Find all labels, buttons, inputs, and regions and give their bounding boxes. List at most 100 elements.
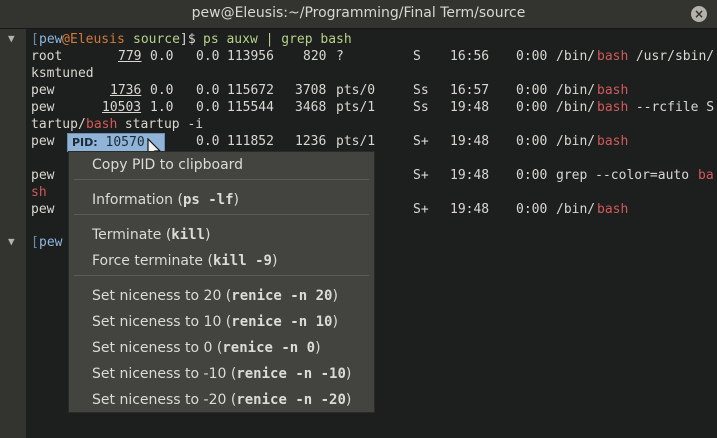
col-mem: 0.0	[196, 100, 220, 115]
col-cpu: 0.0	[150, 83, 174, 98]
col-user: pew	[31, 83, 55, 98]
col-vsz: 115544	[227, 100, 274, 115]
col-user: pew	[31, 100, 55, 115]
col-user: root	[31, 49, 63, 64]
wrap-match: bash	[86, 117, 118, 132]
col-cmd: grep --color=auto	[556, 168, 697, 183]
col-rss: 3468	[295, 100, 327, 115]
col-time: 0:00	[516, 168, 548, 183]
col-cmd-rest: --rcfile S	[628, 100, 715, 115]
col-cmd-match: bash	[597, 49, 629, 64]
col-vsz: 111852	[227, 134, 274, 149]
col-cpu: 0.0	[150, 49, 174, 64]
process-row: pew 1736 0.0 0.0 115672 3708 pts/0 Ss 16…	[31, 82, 628, 99]
col-mem: 0.0	[196, 49, 220, 64]
col-tty: ?	[336, 49, 344, 64]
menu-item-nice-20[interactable]: Set niceness to 20 (renice -n 20)	[92, 285, 338, 307]
menu-item-copy-pid[interactable]: Copy PID to clipboard	[92, 154, 243, 176]
prompt-line: [ pew @ Eleusis source ]$ ps auxw | grep…	[31, 31, 352, 48]
col-time: 0:00	[516, 49, 548, 64]
wrap-text: ksmtuned	[31, 66, 94, 81]
prompt-end: ]$	[180, 32, 196, 47]
menu-separator	[74, 214, 369, 215]
col-cmd-match: ba	[698, 168, 714, 183]
menu-item-information[interactable]: Information (ps -lf)	[92, 189, 239, 211]
col-vsz: 115672	[227, 83, 274, 98]
title-bar: pew@Eleusis:~/Programming/Final Term/sou…	[0, 0, 717, 29]
col-cmd: /bin/	[556, 202, 596, 217]
col-user: pew	[31, 202, 55, 217]
col-start: 19:48	[450, 168, 490, 183]
col-cmd-match: bash	[597, 134, 629, 149]
process-row: root 779 0.0 0.0 113956 820 ? S 16:56 0:…	[31, 48, 714, 65]
pid-tooltip-key: PID:	[72, 136, 98, 149]
col-start: 19:48	[450, 100, 490, 115]
col-mem: 0.0	[196, 134, 220, 149]
process-row: pew S+ 19:48 0:00 grep --color=auto ba	[31, 167, 714, 184]
col-cmd: /bin/	[556, 134, 596, 149]
col-user: pew	[31, 134, 55, 149]
menu-separator	[74, 179, 369, 180]
col-cmd-match: bash	[597, 83, 629, 98]
fold-arrow-icon[interactable]: ▼	[8, 235, 15, 248]
col-stat: Ss	[413, 83, 429, 98]
col-user: pew	[31, 168, 55, 183]
col-time: 0:00	[516, 202, 548, 217]
prompt-dir: source	[133, 32, 180, 47]
wrap-text-rest: startup -i	[117, 117, 204, 132]
col-stat: S+	[413, 202, 429, 217]
col-stat: S+	[413, 168, 429, 183]
menu-item-nice-10[interactable]: Set niceness to 10 (renice -n 10)	[92, 311, 338, 333]
context-menu: Copy PID to clipboard Information (ps -l…	[68, 151, 375, 413]
fold-arrow-icon[interactable]: ▼	[8, 32, 15, 45]
menu-item-nice-0[interactable]: Set niceness to 0 (renice -n 0)	[92, 337, 321, 359]
col-cmd-match: bash	[597, 202, 629, 217]
prompt-user: pew	[39, 235, 63, 250]
col-pid[interactable]: 10503	[102, 99, 141, 116]
col-cmd-match: bash	[597, 100, 629, 115]
col-tty: pts/1	[336, 134, 376, 149]
menu-item-nice-minus-10[interactable]: Set niceness to -10 (renice -n -10)	[92, 363, 351, 385]
col-pid[interactable]: 1736	[110, 82, 141, 99]
prompt-bracket: [	[31, 32, 39, 47]
col-rss: 820	[303, 49, 327, 64]
col-pid[interactable]: 779	[118, 48, 141, 65]
col-stat: S	[413, 49, 421, 64]
prompt-user: pew	[39, 32, 63, 47]
prompt-at: @	[62, 32, 70, 47]
col-time: 0:00	[516, 83, 548, 98]
prompt-bracket: [	[31, 235, 39, 250]
col-cmd-rest: /usr/sbin/	[628, 49, 715, 64]
col-time: 0:00	[516, 100, 548, 115]
col-start: 19:48	[450, 202, 490, 217]
wrapped-line: ksmtuned	[31, 65, 94, 82]
col-cpu: 1.0	[150, 100, 174, 115]
col-cmd: /bin/	[556, 100, 596, 115]
col-cmd: /bin/	[556, 49, 596, 64]
prompt-line: [ pew	[31, 234, 62, 251]
wrap-text: tartup/	[31, 117, 86, 132]
col-tty: pts/0	[336, 83, 376, 98]
menu-item-force-terminate[interactable]: Force terminate (kill -9)	[92, 250, 277, 272]
close-icon[interactable]: ×	[691, 6, 707, 22]
col-start: 16:57	[450, 83, 490, 98]
col-rss: 1236	[295, 134, 327, 149]
wrapped-line: tartup/ bash startup -i	[31, 116, 203, 133]
col-rss: 3708	[295, 83, 327, 98]
col-tty: pts/1	[336, 100, 376, 115]
col-start: 19:48	[450, 134, 490, 149]
col-stat: S+	[413, 134, 429, 149]
wrapped-line: sh	[31, 184, 62, 201]
menu-item-terminate[interactable]: Terminate (kill)	[92, 224, 210, 246]
wrap-match: sh	[31, 185, 47, 200]
col-time: 0:00	[516, 134, 548, 149]
pid-tooltip-value: 10570	[105, 135, 145, 150]
col-start: 16:56	[450, 49, 490, 64]
fold-gutter: ▼ ▼	[0, 29, 26, 438]
menu-separator	[74, 275, 369, 276]
prompt-host: Eleusis	[70, 32, 125, 47]
menu-item-nice-minus-20[interactable]: Set niceness to -20 (renice -n -20)	[92, 389, 351, 411]
col-mem: 0.0	[196, 83, 220, 98]
prompt-command: ps auxw | grep bash	[203, 32, 352, 47]
process-row: pew 0.0 111852 1236 pts/1 S+ 19:48 0:00 …	[31, 133, 628, 150]
